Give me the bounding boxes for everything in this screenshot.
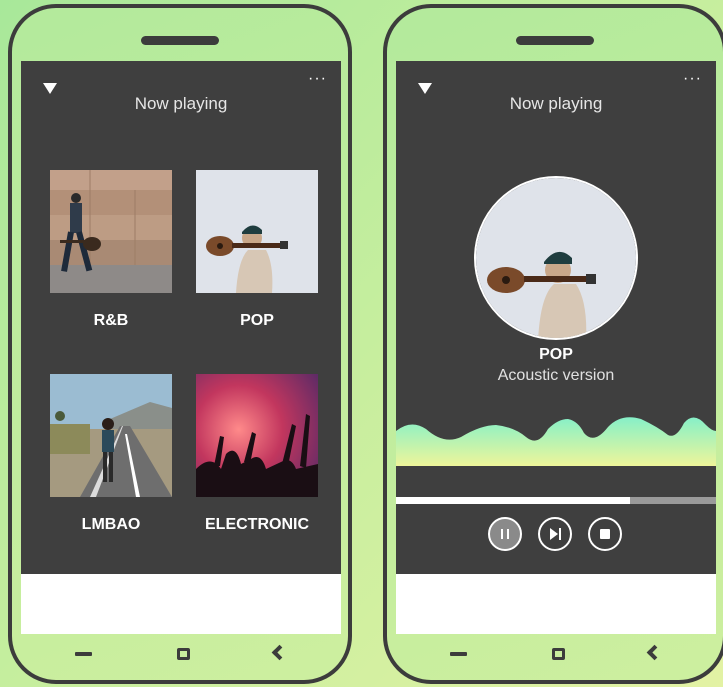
- mini-player-area: [396, 574, 716, 634]
- recent-apps-icon[interactable]: [75, 652, 92, 656]
- more-horizontal-icon[interactable]: ···: [308, 71, 327, 87]
- triangle-down-icon[interactable]: [43, 83, 57, 94]
- genre-card-pop[interactable]: POP: [187, 170, 327, 330]
- home-icon[interactable]: [177, 648, 190, 660]
- phone-left: ··· Now playing R&B POP LMBAO ELECTRONIC: [8, 4, 352, 684]
- mini-player-area: [21, 574, 341, 634]
- genre-card-lmbao[interactable]: LMBAO: [41, 374, 181, 534]
- android-navbar: [12, 644, 348, 664]
- genre-card-rnb[interactable]: R&B: [41, 170, 181, 330]
- pause-button[interactable]: [488, 517, 522, 551]
- album-art-pop: [196, 170, 318, 293]
- stop-button[interactable]: [588, 517, 622, 551]
- player-screen: ··· Now playing POP Acoustic version: [396, 61, 716, 634]
- home-icon[interactable]: [552, 648, 565, 660]
- back-icon[interactable]: [271, 644, 288, 661]
- back-icon[interactable]: [646, 644, 663, 661]
- audio-waveform: [396, 417, 716, 466]
- genre-label: POP: [240, 312, 274, 329]
- progress-fill: [396, 497, 630, 504]
- top-bar: ··· Now playing: [21, 61, 341, 151]
- pause-icon: [501, 529, 509, 539]
- album-art-lmbao: [50, 374, 172, 497]
- album-art-rnb: [50, 170, 172, 293]
- recent-apps-icon[interactable]: [450, 652, 467, 656]
- genre-label: ELECTRONIC: [205, 516, 309, 533]
- triangle-down-icon[interactable]: [418, 83, 432, 94]
- speaker-grille: [141, 36, 219, 45]
- genre-label: LMBAO: [81, 516, 141, 533]
- speaker-grille: [516, 36, 594, 45]
- top-bar: ··· Now playing: [396, 61, 716, 151]
- song-subtitle: Acoustic version: [497, 367, 615, 384]
- playback-controls: [396, 517, 716, 553]
- page-title: Now playing: [134, 94, 228, 113]
- more-horizontal-icon[interactable]: ···: [683, 71, 702, 87]
- skip-next-button[interactable]: [538, 517, 572, 551]
- album-art-electronic: [196, 374, 318, 497]
- genre-label: R&B: [93, 312, 129, 329]
- song-title: POP: [539, 346, 573, 363]
- genre-screen: ··· Now playing R&B POP LMBAO ELECTRONIC: [21, 61, 341, 634]
- progress-bar[interactable]: [396, 497, 716, 504]
- stop-icon: [600, 529, 610, 539]
- album-art-circle: [474, 176, 638, 340]
- skip-next-icon: [550, 528, 558, 540]
- phone-right: ··· Now playing POP Acoustic version: [383, 4, 723, 684]
- page-title: Now playing: [509, 94, 603, 113]
- android-navbar: [387, 644, 723, 664]
- genre-card-electronic[interactable]: ELECTRONIC: [187, 374, 327, 534]
